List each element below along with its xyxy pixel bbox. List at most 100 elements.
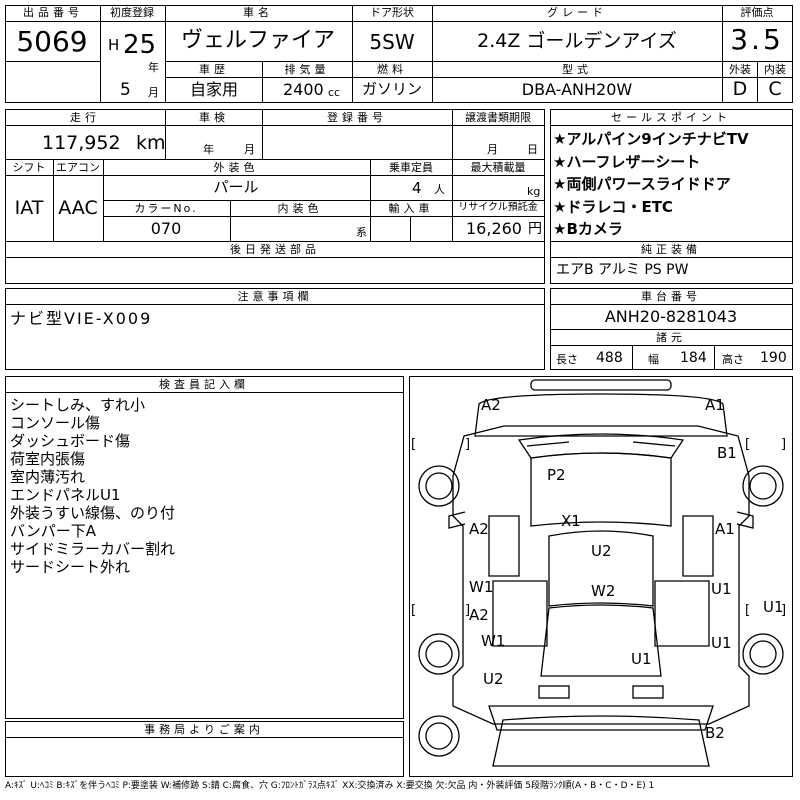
damage-mark: U2 xyxy=(591,542,612,560)
car-name-label: 車名 xyxy=(243,6,273,19)
wheel-rear-left xyxy=(418,633,460,675)
inspector-remark: サイドミラーカバー割れ xyxy=(10,540,176,558)
displacement-unit: cc xyxy=(328,86,341,99)
lot-number: 5069 xyxy=(16,25,88,58)
width-label: 幅 xyxy=(648,353,659,366)
damage-mark: U1 xyxy=(631,650,652,668)
car-diagram: A2 A1B1P2X1A2 A1U2W1 W2 U1U1A2W1 U1U1U2B2[][]… xyxy=(411,379,786,767)
damage-mark: X1 xyxy=(561,512,581,530)
mileage-unit: km xyxy=(136,132,166,154)
interior-color-unit: 系 xyxy=(356,226,367,239)
exterior-color-label: 外装色 xyxy=(213,161,259,174)
windshield-shape xyxy=(517,433,685,459)
damage-mark: B1 xyxy=(717,444,737,462)
score-label: 評価点 xyxy=(740,6,774,19)
damage-mark: A2 xyxy=(469,606,489,624)
interior-color-label: 内装色 xyxy=(277,202,323,215)
damage-mark: A2 xyxy=(481,396,501,414)
displacement-label: 排気量 xyxy=(284,63,330,76)
shift-label: シフト xyxy=(12,161,46,174)
sales-point-item: ★アルパイン9インチナビTV xyxy=(553,130,749,148)
spare-wheel xyxy=(418,715,460,757)
car-name: ヴェルファイア xyxy=(180,28,336,53)
registration-month: 5 xyxy=(120,80,131,100)
sales-points-label: セールスポイント xyxy=(611,111,731,124)
damage-mark: W1 xyxy=(469,578,493,596)
dimensions-label: 諸元 xyxy=(656,331,686,344)
aircon-label: エアコン xyxy=(56,161,100,174)
legend: A:ｷｽﾞ U:ﾍｺﾐ B:ｷｽﾞを伴うﾍｺﾐ P:要塗装 W:補修跡 S:錆 … xyxy=(5,781,655,791)
sales-points-list: ★アルパイン9インチナビTV ★ハーフレザーシート ★両側パワースライドドア ★ドラレ… xyxy=(553,128,791,241)
model-code: DBA-ANH20W xyxy=(521,80,633,99)
registration-year: 25 xyxy=(123,30,157,60)
history: 自家用 xyxy=(189,80,239,99)
import-label: 輸入車 xyxy=(388,202,434,215)
office-label: 事務局よりご案内 xyxy=(144,723,264,736)
inspector-remark: ダッシュボード傷 xyxy=(10,432,131,450)
color-number-label: カラーNo. xyxy=(134,202,198,215)
rear-light-left xyxy=(538,685,570,699)
door-type-label: ドア形状 xyxy=(370,6,414,19)
equipment-label: 純正装備 xyxy=(641,243,701,256)
inspector-remarks-list: シートしみ、すれ小 コンソール傷 ダッシュボード傷 荷室内張傷 室内薄汚れ エンドパネルU… xyxy=(10,396,400,576)
left-door-front xyxy=(488,515,520,577)
capacity-unit: 人 xyxy=(434,183,445,196)
chassis-label: 車台番号 xyxy=(641,290,701,303)
damage-mark: P2 xyxy=(547,466,566,484)
aircon: AAC xyxy=(58,197,98,219)
shift: IAT xyxy=(14,197,44,219)
capacity-label: 乗車定員 xyxy=(389,161,433,174)
rear-light-right xyxy=(632,685,664,699)
damage-mark: W2 xyxy=(591,582,615,600)
later-parts-label: 後日発送部品 xyxy=(230,243,320,256)
panel-bracket: [ xyxy=(745,437,750,452)
right-door-rear xyxy=(654,580,710,647)
inspector-remark: 外装うすい線傷、のり付 xyxy=(10,504,176,522)
damage-mark: A1 xyxy=(705,396,725,414)
height-label: 高さ xyxy=(722,353,744,366)
notes-label: 注意事項欄 xyxy=(237,290,313,303)
damage-mark: B2 xyxy=(705,724,725,742)
model-label: 型式 xyxy=(562,63,592,76)
recycle-label: リサイクル預託金 xyxy=(458,202,538,213)
inspector-remark: シートしみ、すれ小 xyxy=(10,396,146,414)
damage-mark: U1 xyxy=(711,580,732,598)
inspector-remark: サードシート外れ xyxy=(10,558,131,576)
width-value: 184 xyxy=(680,350,707,366)
panel-bracket: [ xyxy=(411,437,416,452)
panel-bracket: ] xyxy=(781,437,786,452)
inspector-remark: コンソール傷 xyxy=(10,414,101,432)
door-type: 5SW xyxy=(369,30,415,54)
year-unit: 年 xyxy=(148,61,159,74)
color-number: 070 xyxy=(150,219,182,238)
roof-shape xyxy=(530,452,672,527)
registration-number-label: 登録番号 xyxy=(327,111,387,124)
era: H xyxy=(108,36,120,54)
mileage: 117,952 xyxy=(42,132,121,154)
height-value: 190 xyxy=(760,350,787,366)
length-label: 長さ xyxy=(556,353,578,366)
length-value: 488 xyxy=(596,350,623,366)
sales-point-item: ★ドラレコ・ETC xyxy=(553,197,673,216)
inspection-year-unit: 年 xyxy=(203,143,214,156)
wheel-rear-right xyxy=(742,633,784,675)
exterior-grade: D xyxy=(732,78,748,100)
transfer-deadline-label: 譲渡書類期限 xyxy=(465,111,531,124)
interior-grade: C xyxy=(768,78,782,100)
inspector-label: 検査員記入欄 xyxy=(159,378,249,391)
exterior-label: 外装 xyxy=(729,63,751,76)
exterior-color: パール xyxy=(213,178,259,196)
first-registration-label: 初度登録 xyxy=(110,6,154,19)
overall-score: 3.5 xyxy=(730,23,784,56)
mileage-label: 走行 xyxy=(70,111,100,124)
windshield-lines xyxy=(526,441,676,447)
panel-bracket: ] xyxy=(465,603,470,618)
lot-number-label: 出品番号 xyxy=(23,6,83,19)
sales-point-item: ★Bカメラ xyxy=(553,220,623,238)
inspector-remark: 荷室内張傷 xyxy=(10,450,86,468)
fuel-label: 燃料 xyxy=(377,63,407,76)
panel-bracket: [ xyxy=(411,603,416,618)
max-load-label: 最大積載量 xyxy=(470,161,526,174)
panel-bracket: [ xyxy=(745,603,750,618)
damage-mark: U2 xyxy=(483,670,504,688)
